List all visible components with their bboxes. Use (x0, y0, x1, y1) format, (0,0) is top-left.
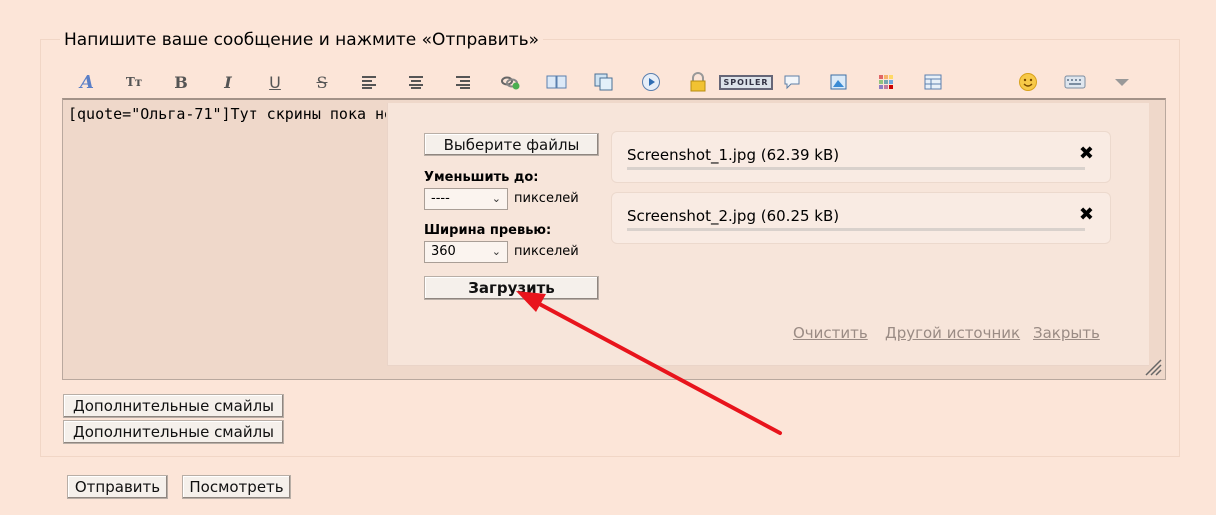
annotation-arrow (516, 291, 782, 435)
